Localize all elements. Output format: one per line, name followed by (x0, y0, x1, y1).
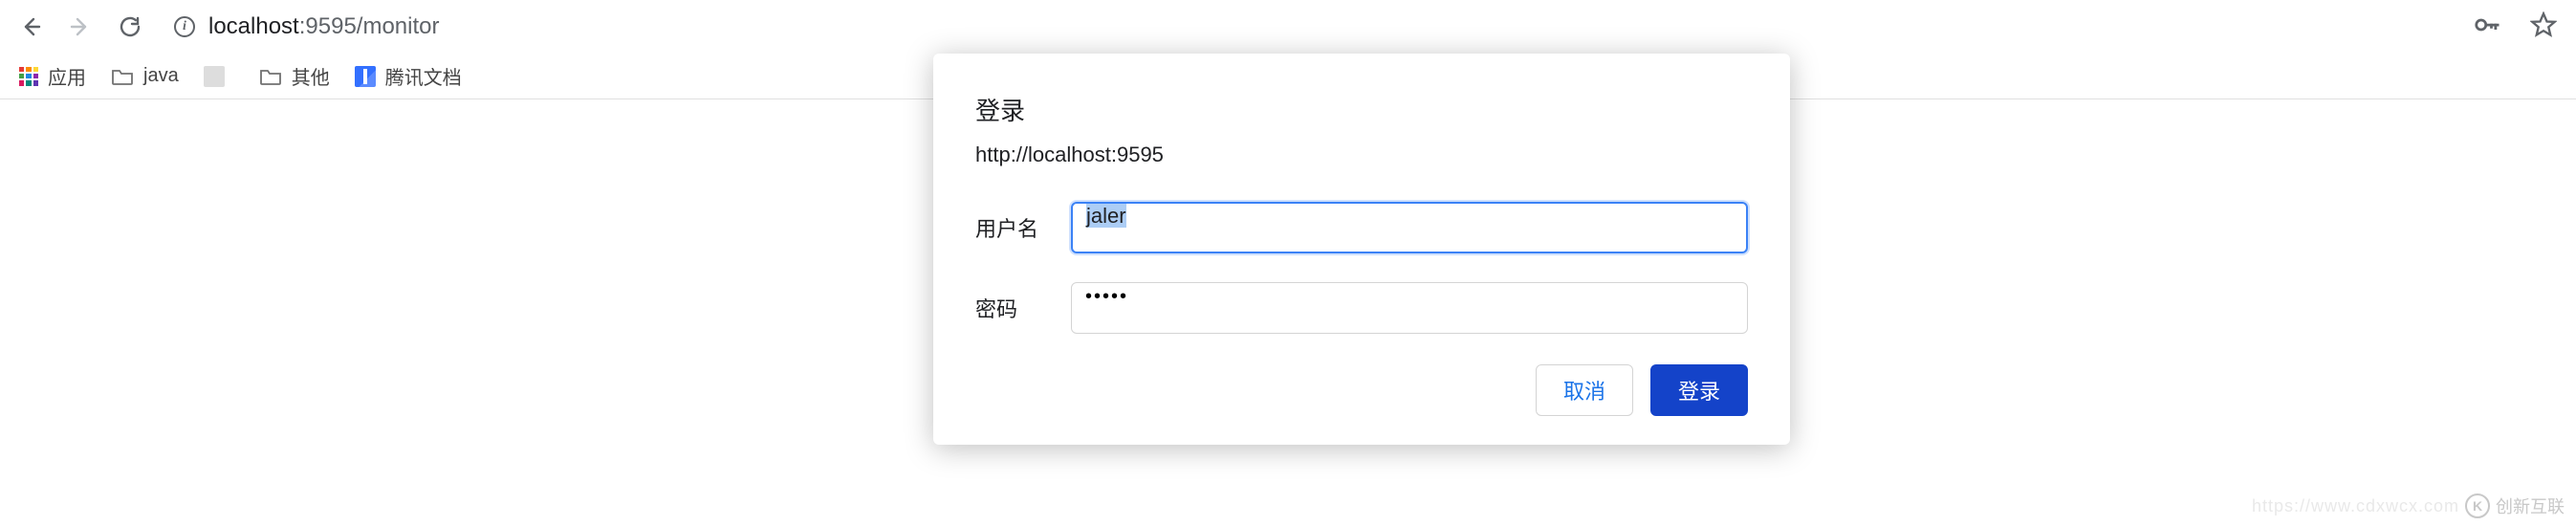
auth-dialog: 登录 http://localhost:9595 用户名 jaler 密码 ••… (933, 54, 1790, 445)
bookmark-label: 其他 (292, 62, 330, 90)
bookmark-folder-java[interactable]: java (111, 65, 179, 87)
bookmark-star-icon[interactable] (2530, 11, 2557, 43)
bookmark-label: 腾讯文档 (385, 62, 462, 90)
bookmark-tencent-docs[interactable]: 腾讯文档 (355, 62, 462, 90)
password-label: 密码 (975, 293, 1071, 323)
reload-button[interactable] (119, 15, 142, 38)
url-host: localhost (208, 13, 299, 39)
url-port: :9595 (299, 13, 357, 39)
tencent-docs-icon (355, 66, 376, 87)
forward-button[interactable] (69, 15, 92, 38)
password-row: 密码 ••••• (975, 282, 1748, 334)
bookmark-label: java (143, 65, 179, 87)
password-value: ••••• (1085, 286, 1128, 307)
watermark-badge-icon: K (2465, 493, 2490, 518)
username-row: 用户名 jaler (975, 202, 1748, 253)
nav-arrows (19, 15, 142, 38)
login-button[interactable]: 登录 (1650, 364, 1748, 416)
bookmark-item-blank[interactable] (204, 66, 234, 87)
dialog-actions: 取消 登录 (975, 364, 1748, 416)
folder-icon (111, 67, 134, 86)
apps-shortcut[interactable]: 应用 (19, 62, 86, 90)
username-input[interactable]: jaler (1071, 202, 1748, 253)
cancel-button[interactable]: 取消 (1536, 364, 1633, 416)
apps-label: 应用 (48, 62, 86, 90)
toolbar-right (2473, 11, 2557, 44)
username-value: jaler (1086, 204, 1126, 228)
url-path: /monitor (357, 13, 440, 39)
bookmark-folder-other[interactable]: 其他 (259, 62, 330, 90)
password-input[interactable]: ••••• (1071, 282, 1748, 334)
address-bar[interactable]: i localhost:9595/monitor (174, 13, 2450, 40)
password-key-icon[interactable] (2473, 11, 2501, 44)
browser-toolbar: i localhost:9595/monitor (0, 0, 2576, 54)
back-button[interactable] (19, 15, 42, 38)
url-text: localhost:9595/monitor (208, 13, 440, 40)
apps-grid-icon (19, 67, 38, 86)
watermark-url: https://www.cdxwcx.com (2252, 496, 2459, 516)
watermark-text: 创新互联 (2496, 493, 2565, 518)
username-label: 用户名 (975, 212, 1071, 243)
site-info-icon[interactable]: i (174, 16, 195, 37)
dialog-origin: http://localhost:9595 (975, 142, 1748, 167)
login-button-label: 登录 (1678, 375, 1720, 405)
blank-favicon-icon (204, 66, 225, 87)
dialog-title: 登录 (975, 92, 1748, 127)
watermark: https://www.cdxwcx.com K 创新互联 (2252, 493, 2565, 518)
folder-icon (259, 67, 282, 86)
cancel-button-label: 取消 (1563, 375, 1605, 405)
